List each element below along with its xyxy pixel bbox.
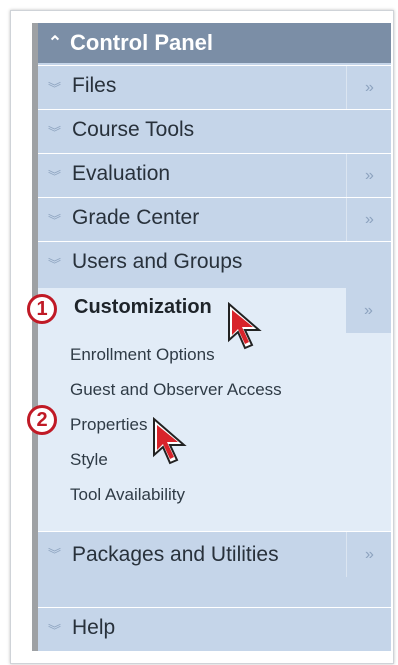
double-down-chevron-icon: ︾: [48, 81, 62, 96]
submenu-item-enrollment-options[interactable]: Enrollment Options: [70, 345, 215, 365]
menu-item-files[interactable]: ︾ Files »: [38, 65, 391, 109]
double-right-arrow-icon[interactable]: »: [346, 288, 391, 333]
submenu-item-guest-observer-access[interactable]: Guest and Observer Access: [70, 380, 282, 400]
double-down-chevron-icon: ︾: [48, 257, 62, 272]
menu-item-help[interactable]: ︾ Help: [38, 607, 391, 651]
double-down-chevron-icon: ︾: [48, 547, 62, 562]
control-panel-header[interactable]: ⌃ Control Panel: [38, 23, 391, 63]
collapse-icon: ⌃: [47, 33, 63, 52]
submenu-item-tool-availability[interactable]: Tool Availability: [70, 485, 185, 505]
menu-item-users-and-groups[interactable]: ︾ Users and Groups: [38, 241, 391, 285]
double-right-arrow-icon[interactable]: »: [346, 198, 392, 241]
menu-item-label: Evaluation: [72, 162, 171, 185]
menu-item-customization[interactable]: Customization: [74, 296, 212, 319]
double-right-arrow-icon[interactable]: »: [346, 66, 392, 109]
double-right-arrow-icon[interactable]: »: [346, 532, 392, 577]
menu-item-evaluation[interactable]: ︾ Evaluation »: [38, 153, 391, 197]
double-right-arrow-icon[interactable]: »: [346, 154, 392, 197]
double-down-chevron-icon: ︾: [48, 125, 62, 140]
menu-item-label: Course Tools: [72, 118, 195, 141]
menu-item-label: Packages and Utilities: [72, 543, 279, 566]
menu-item-label: Grade Center: [72, 206, 200, 229]
menu-item-label: Users and Groups: [72, 250, 243, 273]
control-panel-title: Control Panel: [70, 30, 214, 55]
control-panel: ⌃ Control Panel ︾ Files » ︾ Course Tools…: [32, 23, 391, 651]
step-badge-1: 1: [27, 294, 57, 324]
menu-item-grade-center[interactable]: ︾ Grade Center »: [38, 197, 391, 241]
menu-item-label: Files: [72, 74, 117, 97]
mouse-cursor-icon: [228, 302, 262, 350]
double-down-chevron-icon: ︾: [48, 169, 62, 184]
menu-item-label: Help: [72, 616, 116, 639]
menu-section-customization: Customization » Enrollment Options Guest…: [38, 288, 391, 531]
submenu-item-style[interactable]: Style: [70, 450, 108, 470]
menu-item-packages-and-utilities[interactable]: ︾ Packages and Utilities »: [38, 531, 391, 607]
mouse-cursor-icon: [153, 417, 187, 465]
double-down-chevron-icon: ︾: [48, 623, 62, 638]
menu-item-course-tools[interactable]: ︾ Course Tools: [38, 109, 391, 153]
step-badge-2: 2: [27, 405, 57, 435]
double-down-chevron-icon: ︾: [48, 213, 62, 228]
submenu-item-properties[interactable]: Properties: [70, 415, 147, 435]
